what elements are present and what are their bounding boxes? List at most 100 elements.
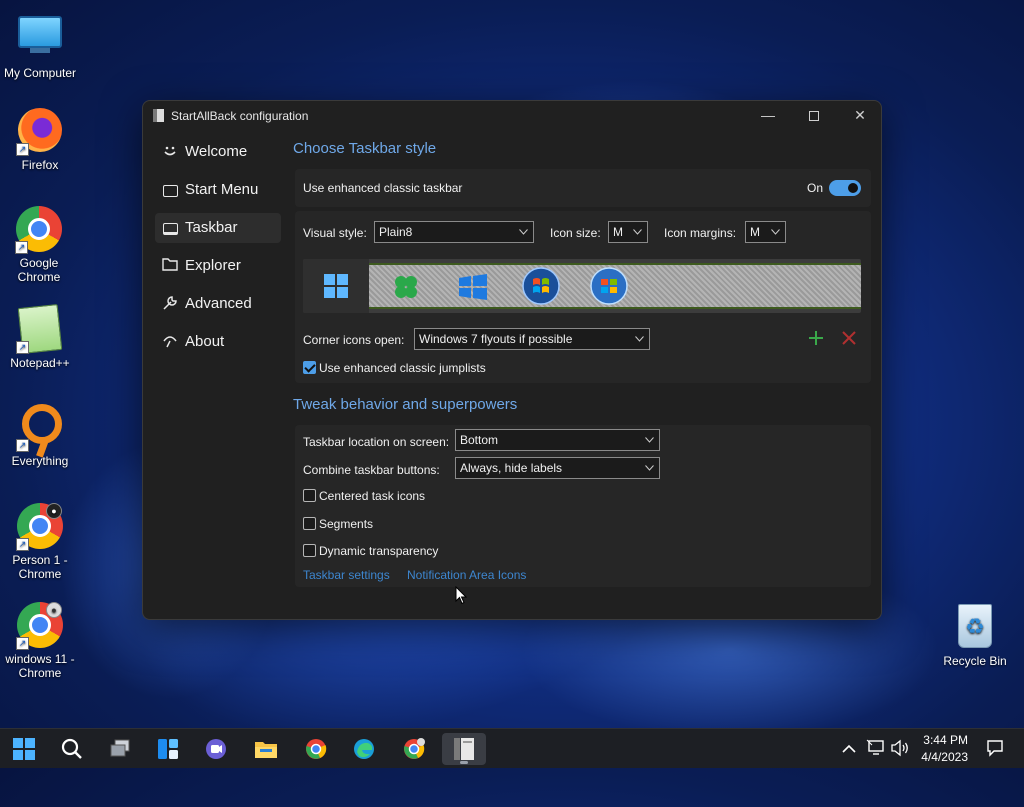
chevron-down-icon [771,229,780,235]
sidebar-item-explorer[interactable]: Explorer [155,251,281,281]
minimize-button[interactable]: — [745,101,791,131]
desktop-icon-google-chrome[interactable]: ↗ Google Chrome [0,205,78,284]
segments-checkbox[interactable] [303,517,316,530]
dynamic-transparency-label: Dynamic transparency [319,544,439,558]
profile-photo-icon: ● [46,602,62,618]
chrome-taskbar-button[interactable] [296,733,336,765]
maximize-button[interactable] [791,101,837,131]
window-title: StartAllBack configuration [171,109,309,123]
icon-size-select[interactable]: M [608,221,648,243]
chrome-profile-icon: ● ↗ [16,503,64,551]
desktop-icon-label: Google Chrome [17,256,61,284]
taskbar-location-label: Taskbar location on screen: [303,435,450,449]
desktop-icon-label: Firefox [21,158,59,172]
sidebar-item-start-menu[interactable]: Start Menu [155,175,281,205]
shortcut-arrow-icon: ↗ [15,241,28,254]
sidebar-item-label: Advanced [185,295,252,312]
taskbar: 3:44 PM 4/4/2023 [0,728,1024,768]
desktop-icon-label: windows 11 - Chrome [5,652,75,680]
chrome-profile-taskbar-button[interactable] [394,733,434,765]
file-explorer-button[interactable] [246,733,286,765]
clock-time[interactable]: 3:44 PM [910,733,968,747]
startallback-icon [454,738,474,760]
search-button[interactable] [52,733,92,765]
enhanced-taskbar-toggle[interactable] [829,180,861,196]
corner-icons-select[interactable]: Windows 7 flyouts if possible [414,328,650,350]
shortcut-arrow-icon: ↗ [16,143,29,156]
title-bar[interactable]: StartAllBack configuration — ✕ [143,101,881,131]
notifications-button[interactable] [986,739,1006,759]
dynamic-transparency-checkbox[interactable] [303,544,316,557]
icon-size-label: Icon size: [550,226,601,240]
taskbar-location-select[interactable]: Bottom [455,429,660,451]
recycle-bin-icon: ♻ [951,604,999,652]
remove-button[interactable] [840,329,858,347]
startallback-taskbar-button[interactable] [442,733,486,765]
desktop-icon-label: My Computer [3,66,77,80]
chat-button[interactable] [196,733,236,765]
style-option-windows-11[interactable] [303,259,369,313]
corner-icons-value: Windows 7 flyouts if possible [419,332,573,346]
sidebar-item-taskbar[interactable]: Taskbar [155,213,281,243]
combine-buttons-select[interactable]: Always, hide labels [455,457,660,479]
wrench-icon [161,295,179,313]
desktop-icon-recycle-bin[interactable]: ♻ Recycle Bin [935,602,1015,668]
desktop-icon-my-computer[interactable]: My Computer [0,10,80,80]
add-button[interactable] [807,329,825,347]
icon-margins-select[interactable]: M [745,221,786,243]
folder-icon [255,742,277,758]
computer-icon [16,16,64,64]
clock-date[interactable]: 4/4/2023 [910,750,968,764]
desktop-icon-windows-11-chrome[interactable]: ● ↗ windows 11 - Chrome [0,601,80,680]
sidebar-item-label: Welcome [185,143,248,160]
centered-task-icons-checkbox[interactable] [303,489,316,502]
plus-icon [809,331,823,345]
show-hidden-icons-button[interactable] [842,741,860,757]
close-button[interactable]: ✕ [837,101,881,131]
combine-buttons-label: Combine taskbar buttons: [303,463,440,477]
smile-icon [161,143,179,161]
network-status-button[interactable] [866,739,886,759]
chrome-icon: ↗ [15,206,63,254]
x-icon [842,331,856,345]
notification-area-icons-link[interactable]: Notification Area Icons [407,568,526,582]
chevron-down-icon [519,229,528,235]
taskbar-location-value: Bottom [460,433,499,447]
windows-vista-orb-icon[interactable] [589,266,629,306]
visual-style-value: Plain8 [379,225,413,239]
firefox-icon: ↗ [16,108,64,156]
widgets-button[interactable] [148,733,188,765]
edge-taskbar-button[interactable] [344,733,384,765]
combine-buttons-value: Always, hide labels [460,461,563,475]
chrome-icon [306,739,327,759]
desktop-icon-label: Person 1 - Chrome [12,553,68,581]
desktop-icon-notepad-plus-plus[interactable]: ↗ Notepad++ [0,304,80,370]
sidebar-item-label: Start Menu [185,181,259,198]
desktop-icon-firefox[interactable]: ↗ Firefox [0,106,80,172]
volume-button[interactable] [890,739,910,759]
centered-task-icons-label: Centered task icons [319,489,426,503]
person-icon: ● [46,503,62,519]
sidebar-item-advanced[interactable]: Advanced [155,289,281,319]
app-icon [153,109,164,122]
taskbar-icon [161,219,179,237]
task-view-button[interactable] [100,733,140,765]
visual-style-select[interactable]: Plain8 [374,221,534,243]
enhanced-jumplists-checkbox[interactable] [303,361,316,374]
shortcut-arrow-icon: ↗ [16,439,29,452]
desktop-icon-everything[interactable]: ↗ Everything [0,404,80,468]
start-button[interactable] [4,733,44,765]
edge-icon [354,739,374,759]
desktop-icon-person-1-chrome[interactable]: ● ↗ Person 1 - Chrome [0,502,80,581]
windows-10-logo-icon[interactable] [459,274,487,300]
desktop-icon-label: Recycle Bin [943,654,1007,668]
chevron-down-icon [645,465,654,471]
sidebar-item-about[interactable]: About [155,327,281,357]
taskbar-settings-link[interactable]: Taskbar settings [303,568,390,582]
icon-margins-label: Icon margins: [664,226,737,240]
sidebar-item-welcome[interactable]: Welcome [155,137,281,167]
clover-logo-icon[interactable] [393,274,419,300]
windows-11-logo-icon [324,274,348,298]
windows-7-orb-icon[interactable] [521,266,561,306]
enhanced-jumplists-label: Use enhanced classic jumplists [319,361,486,375]
